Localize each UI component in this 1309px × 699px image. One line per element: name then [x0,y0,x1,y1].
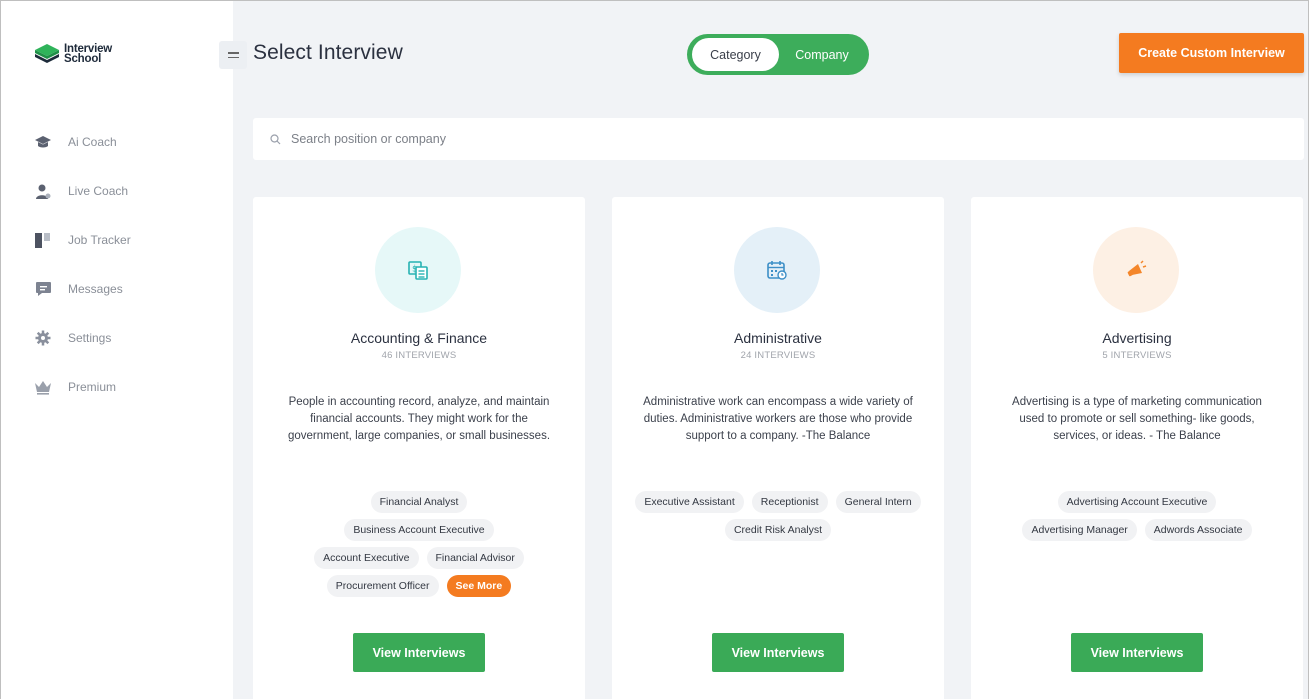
card-interview-count: 24 INTERVIEWS [740,350,816,361]
tag-advertising-account-executive[interactable]: Advertising Account Executive [1057,491,1217,513]
graduation-cap-icon [34,133,52,151]
sidebar-item-live-coach[interactable]: Live Coach [34,181,131,201]
tag-adwords-associate[interactable]: Adwords Associate [1144,519,1252,541]
sidebar-item-label: Premium [68,380,117,394]
card-title: Administrative [734,330,822,346]
card-icon-circle: $ [375,227,461,313]
card-description: People in accounting record, analyze, an… [287,396,551,442]
kanban-icon [34,231,52,249]
category-card-advertising: Advertising 5 INTERVIEWS Advertising is … [971,197,1303,699]
card-tags: Advertising Account Executive Advertisin… [991,491,1283,541]
sidebar-item-ai-coach[interactable]: Ai Coach [34,132,131,152]
card-title: Accounting & Finance [350,330,488,346]
card-title: Advertising [1102,330,1172,346]
category-card-administrative: Administrative 24 INTERVIEWS Administrat… [612,197,944,699]
sidebar-item-settings[interactable]: Settings [34,328,131,348]
category-card-accounting-finance: $ Accounting & Finance 46 INTERVIEWS Peo… [253,197,585,699]
sidebar-item-label: Ai Coach [68,135,117,149]
toggle-company[interactable]: Company [781,38,863,71]
card-tags: Executive Assistant Receptionist General… [632,491,924,541]
person-icon [34,182,52,200]
logo[interactable]: Interview School [34,42,112,66]
tag-financial-analyst[interactable]: Financial Analyst [370,491,468,513]
card-description: Administrative work can encompass a wide… [643,396,913,442]
view-interviews-button[interactable]: View Interviews [353,633,485,672]
search-input[interactable] [291,132,1191,146]
see-more-button[interactable]: See More [446,575,512,597]
create-custom-interview-button[interactable]: Create Custom Interview [1119,33,1304,73]
sidebar-item-messages[interactable]: Messages [34,279,131,299]
view-interviews-button[interactable]: View Interviews [1071,633,1203,672]
sidebar-item-label: Messages [68,282,123,296]
logo-line2: School [64,53,102,65]
calendar-icon [767,261,787,280]
gear-icon [34,329,52,347]
tag-business-account-executive[interactable]: Business Account Executive [344,519,494,541]
chat-icon [34,280,52,298]
sidebar-item-premium[interactable]: Premium [34,377,131,397]
tag-account-executive[interactable]: Account Executive [314,547,419,569]
card-tags: Financial Analyst Business Account Execu… [273,491,565,597]
tag-general-intern[interactable]: General Intern [835,491,921,513]
tag-receptionist[interactable]: Receptionist [751,491,828,513]
logo-icon [35,44,59,63]
tag-financial-advisor[interactable]: Financial Advisor [426,547,524,569]
sidebar-item-label: Job Tracker [68,233,131,247]
megaphone-icon [1127,260,1147,277]
tag-credit-risk-analyst[interactable]: Credit Risk Analyst [724,519,832,541]
sidebar-item-label: Live Coach [68,184,129,198]
toggle-category[interactable]: Category [692,38,779,71]
card-icon-circle [734,227,820,313]
crown-icon [34,378,52,396]
sidebar: Interview School Ai Coach Live Coach Job… [1,1,233,699]
menu-toggle-button[interactable] [219,41,247,69]
sidebar-nav: Ai Coach Live Coach Job Tracker Messages [34,132,131,426]
sidebar-item-label: Settings [68,331,112,345]
sidebar-item-job-tracker[interactable]: Job Tracker [34,230,131,250]
search-bar [253,118,1304,160]
category-company-toggle: Category Company [687,34,869,75]
card-description: Advertising is a type of marketing commu… [1012,396,1262,442]
tag-procurement-officer[interactable]: Procurement Officer [326,575,439,597]
card-icon-circle [1093,227,1179,313]
app-window: Interview School Ai Coach Live Coach Job… [0,0,1309,699]
card-interview-count: 46 INTERVIEWS [381,350,457,361]
tag-advertising-manager[interactable]: Advertising Manager [1022,519,1137,541]
card-interview-count: 5 INTERVIEWS [1102,350,1172,361]
finance-icon: $ [408,261,428,280]
view-interviews-button[interactable]: View Interviews [712,633,844,672]
page-title: Select Interview [253,41,403,64]
tag-executive-assistant[interactable]: Executive Assistant [635,491,744,513]
search-icon [270,133,281,144]
logo-text: Interview School [64,43,112,65]
